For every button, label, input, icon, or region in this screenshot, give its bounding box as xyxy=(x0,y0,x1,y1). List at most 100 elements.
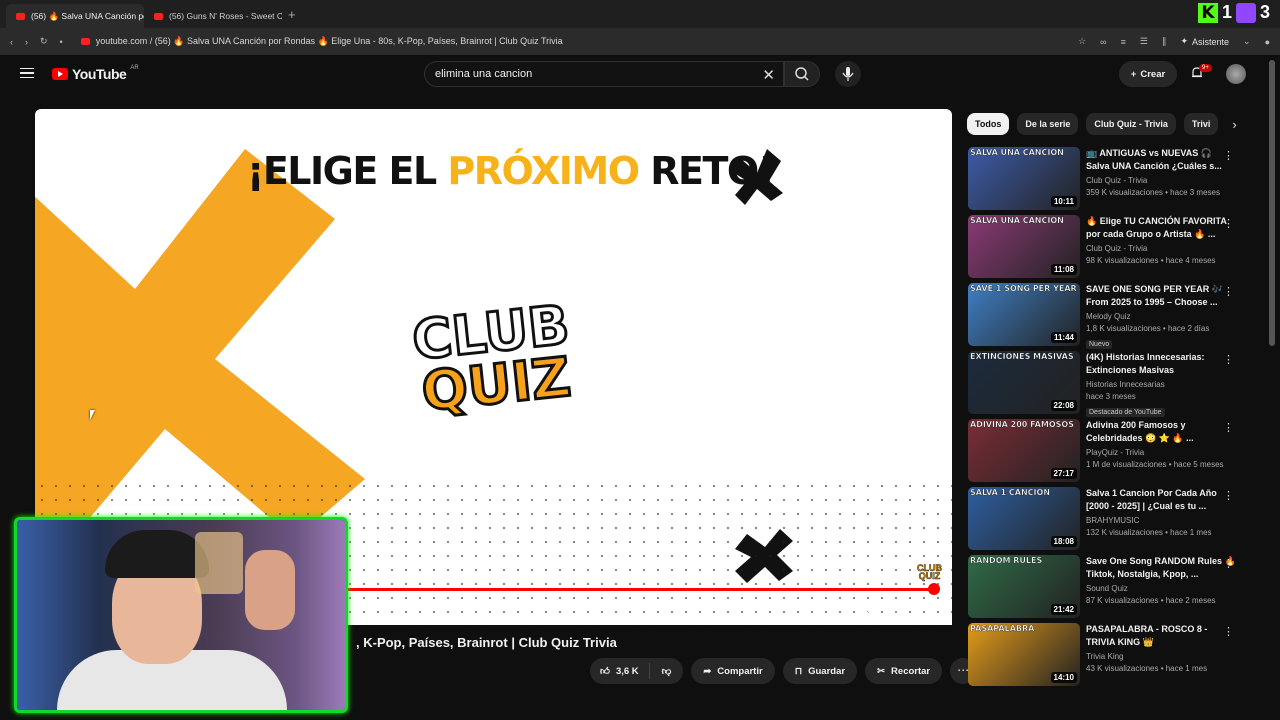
twitch-logo-icon xyxy=(1235,2,1256,23)
chip-channel[interactable]: Club Quiz - Trivia xyxy=(1086,113,1176,135)
headline-highlight: PRÓXIMO xyxy=(447,149,640,193)
avatar[interactable] xyxy=(1226,64,1246,84)
recommended-video[interactable]: RANDOM RULES 21:42 Save One Song RANDOM Ru… xyxy=(968,555,1258,623)
recommended-video[interactable]: SALVA 1 CANCIÓN 18:08 Salva 1 Cancion Por … xyxy=(968,487,1258,555)
back-icon[interactable]: ‹ xyxy=(10,37,13,47)
video-thumbnail[interactable]: SALVA UNA CANCIÓN 10:11 xyxy=(968,147,1080,210)
channel-name[interactable]: PlayQuiz - Trivia xyxy=(1086,448,1236,457)
reading-list-icon[interactable]: ☰ xyxy=(1140,36,1148,47)
video-title[interactable]: SAVE ONE SONG PER YEAR 🎶 From 2025 to 19… xyxy=(1086,283,1236,309)
thumbnail-text: SALVA 1 CANCIÓN xyxy=(970,488,1051,497)
voice-search-button[interactable] xyxy=(835,61,861,87)
page-scrollbar[interactable] xyxy=(1269,60,1275,346)
notification-badge: 9+ xyxy=(1199,64,1212,72)
related-filter-chips: Todos De la serie Club Quiz - Trivia Tri… xyxy=(967,113,1237,135)
thumbnail-text: SALVA UNA CANCIÓN xyxy=(970,148,1064,157)
browser-tab[interactable]: (56) Guns N' Roses - Sweet C xyxy=(144,4,282,28)
headline-part: ¡ELIGE EL xyxy=(247,149,448,193)
dislike-button[interactable]: 👎︎ xyxy=(650,665,684,677)
recommended-video[interactable]: SALVA UNA CANCIÓN 10:11 📺 ANTIGUAS vs NUEV… xyxy=(968,147,1258,215)
channel-name[interactable]: Melody Quiz xyxy=(1086,312,1236,321)
channel-name[interactable]: BRAHYMUSIC xyxy=(1086,516,1236,525)
chip-all[interactable]: Todos xyxy=(967,113,1010,135)
more-vert-icon[interactable]: ⋮ xyxy=(1223,489,1234,502)
chip-series[interactable]: De la serie xyxy=(1017,113,1079,135)
youtube-play-icon xyxy=(52,68,68,80)
video-thumbnail[interactable]: EXTINCIONES MASIVAS 22:08 xyxy=(968,351,1080,414)
kick-logo-icon: K xyxy=(1197,2,1218,23)
link-icon[interactable]: ∞ xyxy=(1100,37,1106,47)
video-title[interactable]: Save One Song RANDOM Rules 🔥 Tiktok, Nos… xyxy=(1086,555,1236,581)
new-tab-button[interactable]: + xyxy=(288,7,296,22)
menu-icon[interactable] xyxy=(20,68,34,78)
channel-name[interactable]: Historias Innecesarias xyxy=(1086,380,1236,389)
assistant-button[interactable]: ✦ Asistente xyxy=(1180,36,1229,47)
video-thumbnail[interactable]: SALVA 1 CANCIÓN 18:08 xyxy=(968,487,1080,550)
clear-search-icon[interactable]: ✕ xyxy=(762,66,775,84)
autoplay-toggle-icon[interactable]: ⏵ xyxy=(794,605,810,617)
video-title[interactable]: PASAPALABRA - ROSCO 8 - TRIVIA KING 👑 xyxy=(1086,623,1236,649)
search-button[interactable] xyxy=(784,61,820,87)
video-title[interactable]: 🔥 Elige TU CANCIÓN FAVORITA por cada Gru… xyxy=(1086,215,1236,241)
progress-knob[interactable] xyxy=(927,583,940,595)
channel-name[interactable]: Club Quiz - Trivia xyxy=(1086,244,1236,253)
channel-name[interactable]: Trivia King xyxy=(1086,652,1236,661)
video-thumbnail[interactable]: SALVA UNA CANCIÓN 11:08 xyxy=(968,215,1080,278)
address-bar-actions: ☆ ∞ ≡ ☰ ∥ ✦ Asistente ⌄ ● xyxy=(1078,36,1270,47)
search-value: elimina una cancion xyxy=(435,68,533,80)
video-title[interactable]: (4K) Historias Innecesarias: Extinciones… xyxy=(1086,351,1236,377)
more-vert-icon[interactable]: ⋮ xyxy=(1223,353,1234,366)
audio-icon[interactable]: ∥ xyxy=(1162,36,1167,47)
chevron-right-icon[interactable]: › xyxy=(1232,117,1236,132)
video-tag: Nuevo xyxy=(1086,340,1113,349)
channel-name[interactable]: Sound Quiz xyxy=(1086,584,1236,593)
video-thumbnail[interactable]: ADIVINA 200 FAMOSOS 27:17 xyxy=(968,419,1080,482)
like-button[interactable]: 👍︎ 3,6 K xyxy=(590,663,650,679)
channel-name[interactable]: Club Quiz - Trivia xyxy=(1086,176,1236,185)
tab-label: (56) 🔥 Salva UNA Canción po xyxy=(31,10,144,21)
subtitles-icon[interactable]: ▤ xyxy=(826,605,842,617)
browser-tab-active[interactable]: (56) 🔥 Salva UNA Canción po xyxy=(6,4,144,28)
more-vert-icon[interactable]: ⋮ xyxy=(1223,557,1234,570)
create-button[interactable]: + Crear xyxy=(1119,61,1177,87)
recommended-video[interactable]: ADIVINA 200 FAMOSOS 27:17 Adivina 200 Famo… xyxy=(968,419,1258,487)
youtube-logo[interactable]: YouTube AR xyxy=(52,65,139,82)
chevron-down-icon[interactable]: ⌄ xyxy=(1243,36,1251,47)
fullscreen-icon[interactable]: ⛶ xyxy=(922,605,938,617)
webcam-overlay xyxy=(14,517,348,713)
settings-gear-icon[interactable]: ⚙ xyxy=(858,605,874,617)
browser-tab-bar: (56) 🔥 Salva UNA Canción po (56) Guns N'… xyxy=(0,0,1280,28)
more-vert-icon[interactable]: ⋮ xyxy=(1223,285,1234,298)
forward-icon[interactable]: › xyxy=(25,37,28,47)
more-vert-icon[interactable]: ⋮ xyxy=(1223,625,1234,638)
share-button[interactable]: ➦ Compartir xyxy=(691,658,775,684)
recommended-video[interactable]: SALVA UNA CANCIÓN 11:08 🔥 Elige TU CANCIÓN… xyxy=(968,215,1258,283)
video-title[interactable]: 📺 ANTIGUAS vs NUEVAS 🎧 Salva UNA Canción… xyxy=(1086,147,1236,173)
profile-icon[interactable]: ● xyxy=(1265,37,1270,47)
recommended-video[interactable]: EXTINCIONES MASIVAS 22:08 (4K) Historias I… xyxy=(968,351,1258,419)
more-vert-icon[interactable]: ⋮ xyxy=(1223,421,1234,434)
reload-icon[interactable]: ↻ xyxy=(40,36,48,47)
theater-mode-icon[interactable]: ▭ xyxy=(890,605,906,617)
mic-icon[interactable]: • xyxy=(60,37,63,47)
youtube-favicon-icon xyxy=(16,12,25,20)
video-title[interactable]: Salva 1 Cancion Por Cada Año [2000 - 202… xyxy=(1086,487,1236,513)
webcam-glass xyxy=(195,532,243,594)
url-field[interactable]: youtube.com / (56) 🔥 Salva UNA Canción p… xyxy=(80,36,563,47)
video-thumbnail[interactable]: SAVE 1 SONG PER YEAR 11:44 xyxy=(968,283,1080,346)
star-icon[interactable]: ☆ xyxy=(1078,36,1086,47)
video-thumbnail[interactable]: RANDOM RULES 21:42 xyxy=(968,555,1080,618)
video-title[interactable]: Adivina 200 Famosos y Celebridades 😳 ⭐ 🔥… xyxy=(1086,419,1236,445)
clip-button[interactable]: ✂ Recortar xyxy=(865,658,943,684)
extensions-icon[interactable]: ≡ xyxy=(1121,37,1126,47)
video-thumbnail[interactable]: PASAPALABRA 14:10 xyxy=(968,623,1080,686)
create-label: Crear xyxy=(1140,68,1166,80)
save-button[interactable]: ⊓ Guardar xyxy=(782,658,858,684)
recommended-video[interactable]: PASAPALABRA 14:10 PASAPALABRA - ROSCO 8 - … xyxy=(968,623,1258,691)
recommended-video[interactable]: SAVE 1 SONG PER YEAR 11:44 SAVE ONE SONG P… xyxy=(968,283,1258,351)
video-meta: 1 M de visualizaciones • hace 5 meses xyxy=(1086,460,1224,469)
more-vert-icon[interactable]: ⋮ xyxy=(1223,217,1234,230)
chip-trivia[interactable]: Trivi xyxy=(1183,113,1219,135)
more-vert-icon[interactable]: ⋮ xyxy=(1223,149,1234,162)
search-input[interactable]: elimina una cancion ✕ xyxy=(424,61,784,87)
